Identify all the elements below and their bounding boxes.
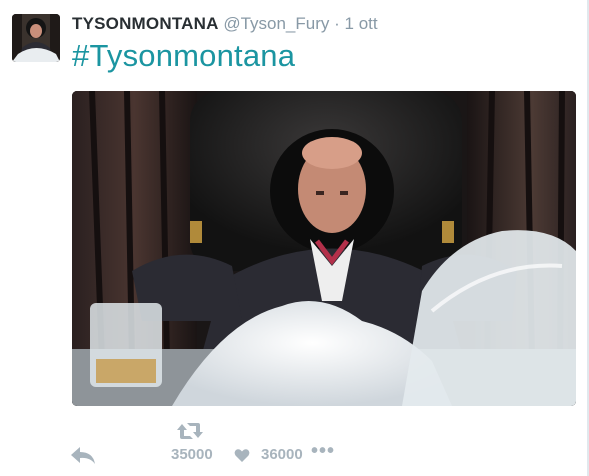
retweet-icon[interactable] (176, 421, 204, 441)
retweet-count: 35000 (171, 446, 213, 463)
avatar[interactable] (12, 14, 60, 62)
heart-icon[interactable] (234, 448, 250, 463)
username[interactable]: @Tyson_Fury (223, 14, 329, 33)
reply-icon[interactable] (70, 445, 96, 465)
tweet-header: TYSONMONTANA @Tyson_Fury · 1 ott (72, 14, 378, 34)
media-photo (72, 91, 576, 406)
like-count: 36000 (261, 446, 303, 463)
timestamp[interactable]: 1 ott (345, 14, 378, 33)
more-icon[interactable]: ••• (311, 440, 335, 463)
tweet-media-image[interactable] (72, 91, 576, 406)
separator: · (334, 14, 340, 33)
tweet-hashtag[interactable]: #Tysonmontana (72, 38, 295, 74)
avatar-image (12, 14, 60, 62)
display-name[interactable]: TYSONMONTANA (72, 14, 219, 33)
tweet-actions: 35000 36000 ••• (0, 415, 589, 476)
tweet-card: TYSONMONTANA @Tyson_Fury · 1 ott #Tysonm… (0, 0, 589, 476)
